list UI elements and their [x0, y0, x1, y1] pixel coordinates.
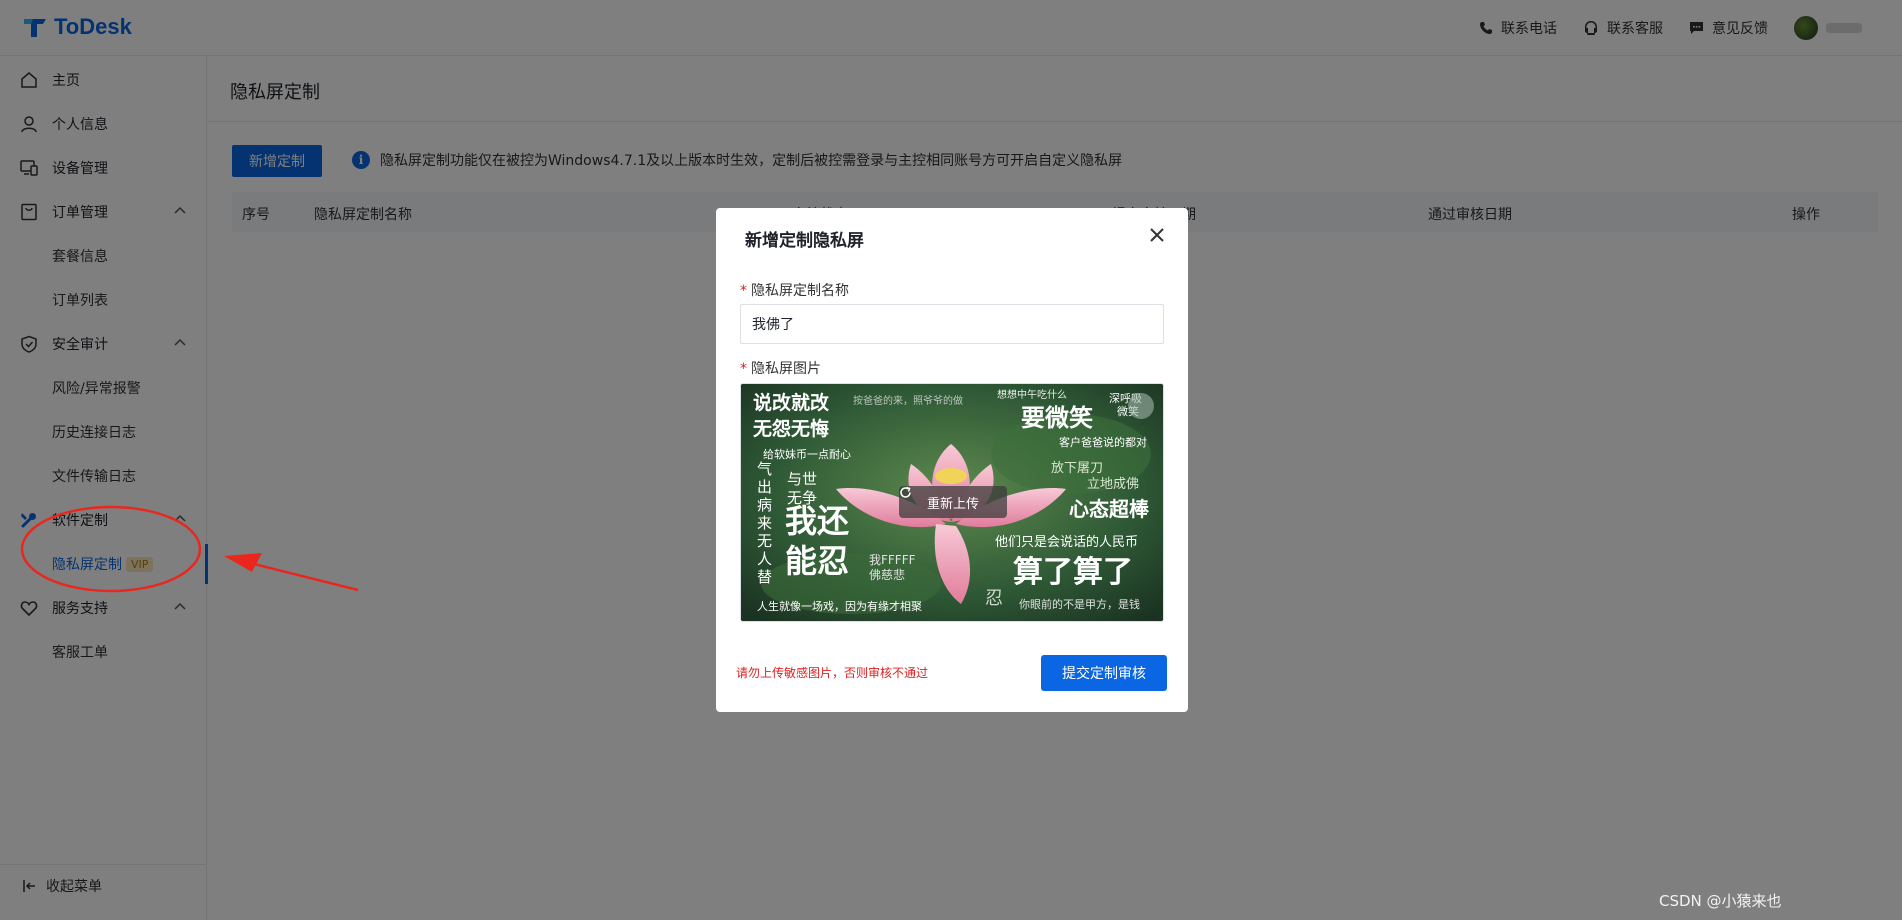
image-text: 说改就改 — [753, 391, 830, 414]
warning-text: 请勿上传敏感图片，否则审核不通过 — [736, 666, 929, 680]
required-mark: * — [740, 283, 747, 299]
vertical-text-char: 人 — [757, 550, 772, 568]
reupload-button[interactable]: 重新上传 — [899, 486, 1007, 518]
vertical-text-char: 来 — [757, 514, 772, 532]
image-text: 心态超棒 — [1069, 497, 1150, 521]
submit-review-button[interactable]: 提交定制审核 — [1041, 655, 1167, 691]
image-text: 与世 — [787, 470, 817, 488]
refresh-icon — [900, 486, 911, 498]
image-text: 我FFFFF — [869, 553, 916, 567]
image-text: 要微笑 — [1021, 404, 1093, 432]
image-text: 按爸爸的来，照爷爷的做 — [853, 394, 963, 407]
name-field-label: * 隐私屏定制名称 — [740, 280, 849, 300]
image-text: 给软妹币一点耐心 — [763, 447, 851, 461]
label-text: 隐私屏定制名称 — [751, 283, 849, 299]
required-mark: * — [740, 361, 747, 377]
vertical-text-char: 出 — [757, 478, 772, 496]
image-text: 算了算了 — [1013, 555, 1133, 590]
close-icon[interactable] — [1148, 226, 1166, 244]
image-text: 无怨无悔 — [753, 417, 829, 440]
image-text: 忍 — [985, 588, 1003, 609]
watermark: CSDN @小猿来也 — [1659, 892, 1782, 910]
vertical-text-char: 气 — [757, 460, 772, 478]
new-privacy-screen-dialog: 新增定制隐私屏 *隐私屏定制名称 *隐私屏图片 — [716, 208, 1188, 712]
privacy-screen-image-preview[interactable]: 说改就改 无怨无悔 按爸爸的来，照爷爷的做 想想中午吃什么 深呼吸 微笑 要微笑… — [740, 383, 1164, 622]
vertical-text: 气出病来无人替 — [757, 460, 772, 586]
vertical-text-char: 无 — [757, 532, 772, 550]
image-text: 他们只是会说话的人民币 — [995, 534, 1138, 550]
image-text: 立地成佛 — [1087, 477, 1139, 492]
image-text: 佛慈悲 — [869, 567, 905, 582]
avatar-sticker — [1128, 393, 1154, 419]
privacy-screen-name-input[interactable] — [740, 304, 1164, 344]
image-text: 放下屠刀 — [1051, 461, 1103, 476]
reupload-label: 重新上传 — [926, 496, 979, 512]
vertical-text-char: 替 — [757, 568, 772, 586]
dialog-title: 新增定制隐私屏 — [745, 231, 864, 251]
image-text: 我还 — [785, 502, 850, 540]
image-text: 你眼前的不是甲方，是钱 — [1019, 597, 1140, 611]
image-text: 想想中午吃什么 — [997, 388, 1067, 401]
vertical-text-char: 病 — [757, 496, 772, 514]
image-text: 能忍 — [785, 542, 849, 580]
label-text: 隐私屏图片 — [751, 361, 821, 377]
image-text: 无争 — [787, 489, 817, 507]
image-text: 客户爸爸说的都对 — [1059, 435, 1147, 449]
image-text: 人生就像一场戏，因为有缘才相聚 — [757, 599, 922, 613]
image-field-label: * 隐私屏图片 — [740, 358, 821, 378]
